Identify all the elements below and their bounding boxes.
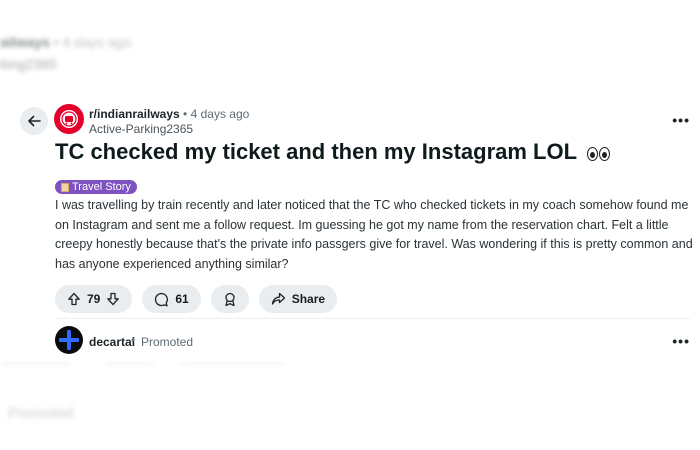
share-button[interactable]: Share: [258, 285, 338, 313]
share-icon: [271, 292, 285, 305]
post-meta: r/indianrailways • 4 days ago: [89, 107, 249, 121]
downvote-icon[interactable]: [106, 292, 120, 306]
bg-promoted-label: Promoted: [8, 405, 74, 422]
post-author[interactable]: Active-Parking2365: [89, 122, 193, 136]
promoted-separator: •: [131, 333, 136, 347]
bg-post-meta: ailways • 4 days ago: [0, 34, 132, 50]
post-time: 4 days ago: [190, 107, 250, 121]
share-label: Share: [291, 292, 326, 306]
vote-count: 79: [87, 292, 101, 306]
railway-logo-icon: [60, 110, 78, 128]
arrow-left-icon: [28, 115, 41, 127]
flair-label: Travel Story: [72, 181, 131, 193]
more-options-icon[interactable]: •••: [672, 112, 690, 128]
decart-logo-icon: [59, 330, 79, 350]
eyes-emoji-icon: [586, 147, 610, 161]
divider: [55, 318, 690, 319]
subreddit-name[interactable]: r/indianrailways: [89, 107, 180, 121]
post-body: I was travelling by train recently and l…: [55, 198, 693, 271]
bg-post-author: king2365: [0, 56, 57, 72]
upvote-icon[interactable]: [67, 292, 81, 306]
award-icon: [225, 292, 235, 306]
comment-count: 61: [175, 292, 189, 306]
post-title: TC checked my ticket and then my Instagr…: [55, 139, 610, 165]
comments-button[interactable]: 61: [142, 285, 201, 313]
promoted-label: Promoted: [141, 335, 194, 349]
promoted-author[interactable]: decartai: [89, 335, 135, 349]
subreddit-avatar[interactable]: [54, 104, 84, 134]
meta-separator: •: [183, 107, 188, 121]
post-flair[interactable]: Travel Story: [55, 180, 137, 194]
more-options-icon[interactable]: •••: [672, 333, 690, 349]
award-button[interactable]: [210, 285, 249, 313]
post-title-text: TC checked my ticket and then my Instagr…: [55, 139, 577, 164]
comment-icon: [155, 292, 169, 306]
post-actions: 79 61 Share: [55, 285, 338, 313]
promoted-avatar[interactable]: [55, 326, 83, 354]
scroll-icon: [61, 182, 69, 192]
vote-control: 79: [55, 285, 133, 313]
back-button[interactable]: [20, 107, 48, 135]
